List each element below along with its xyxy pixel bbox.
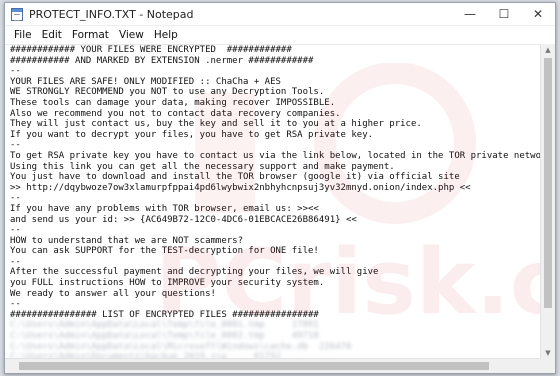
horizontal-scroll-thumb[interactable] [19, 362, 489, 370]
text-line: These tools can damage your data, making… [10, 97, 336, 108]
text-editor-area[interactable]: ############ YOUR FILES WERE ENCRYPTED #… [5, 44, 541, 359]
text-line: If you have any problems with TOR browse… [10, 203, 319, 214]
text-line: -- [10, 140, 21, 151]
text-line: -- [10, 256, 21, 267]
text-line: HOW to understand that we are NOT scamme… [10, 235, 243, 246]
encrypted-file-line: C:\Users\Admin\AppData\Local\Temp\file_0… [10, 331, 319, 342]
text-line: -- [10, 66, 21, 77]
text-line: After the successful payment and decrypt… [10, 267, 379, 278]
menu-format[interactable]: Format [67, 29, 114, 41]
text-line: They will just contact us, buy the key a… [10, 119, 422, 130]
text-line: ########### AND MARKED BY EXTENSION .ner… [10, 55, 314, 66]
text-line: and send us your id: >> {AC649B72-12C0-4… [10, 214, 357, 225]
horizontal-scrollbar[interactable] [5, 358, 541, 373]
text-line: ################ LIST OF ENCRYPTED FILES… [10, 309, 319, 320]
maximize-button[interactable]: ☐ [487, 3, 521, 25]
text-line: -- [10, 299, 21, 310]
menu-file[interactable]: File [9, 29, 37, 41]
text-line: If you want to decrypt your files, you h… [10, 129, 374, 140]
text-line: Using this link you can get all the nece… [10, 161, 395, 172]
scroll-down-icon[interactable]: ▼ [541, 347, 555, 359]
encrypted-file-line: C:\Users\Admin\AppData\Local\Microsoft\W… [10, 341, 352, 352]
vertical-scrollbar[interactable]: ▲ ▼ [540, 44, 555, 359]
scrollbar-corner [541, 359, 555, 373]
text-line: you FULL instructions HOW to IMPROVE you… [10, 278, 325, 289]
text-line: -- [10, 193, 21, 204]
title-bar[interactable]: PROTECT_INFO.TXT - Notepad — ☐ ✕ [5, 3, 555, 26]
text-line: WE STRONGLY RECOMMEND you NOT to use any… [10, 87, 325, 98]
text-line: To get RSA private key you have to conta… [10, 150, 541, 161]
menu-view[interactable]: View [114, 29, 149, 41]
text-line: We ready to answer all your questions! [10, 288, 216, 299]
scroll-up-icon[interactable]: ▲ [541, 44, 555, 56]
vertical-scroll-thumb[interactable] [544, 58, 552, 308]
text-line: YOUR FILES ARE SAFE! ONLY MODIFIED :: Ch… [10, 76, 281, 87]
text-line: -- [10, 225, 21, 236]
menu-help[interactable]: Help [149, 29, 183, 41]
notepad-window: PROTECT_INFO.TXT - Notepad — ☐ ✕ File Ed… [4, 2, 556, 374]
text-line: >> http://dqybwoze7ow3xlamurpfppai4pd6lw… [10, 182, 471, 193]
menu-bar: File Edit Format View Help [5, 26, 555, 45]
text-line: You can ask SUPPORT for the TEST-decrypt… [10, 246, 319, 257]
menu-edit[interactable]: Edit [37, 29, 67, 41]
close-button[interactable]: ✕ [521, 3, 555, 25]
notepad-icon [11, 7, 23, 21]
minimize-button[interactable]: — [453, 3, 487, 25]
text-line: Also we recommend you not to contact dat… [10, 108, 341, 119]
window-title: PROTECT_INFO.TXT - Notepad [29, 7, 194, 21]
text-line: You just have to download and install th… [10, 172, 460, 183]
encrypted-file-line: C:\Users\Admin\AppData\Local\Temp\file_0… [10, 320, 319, 331]
text-line: ############ YOUR FILES WERE ENCRYPTED #… [10, 45, 292, 55]
